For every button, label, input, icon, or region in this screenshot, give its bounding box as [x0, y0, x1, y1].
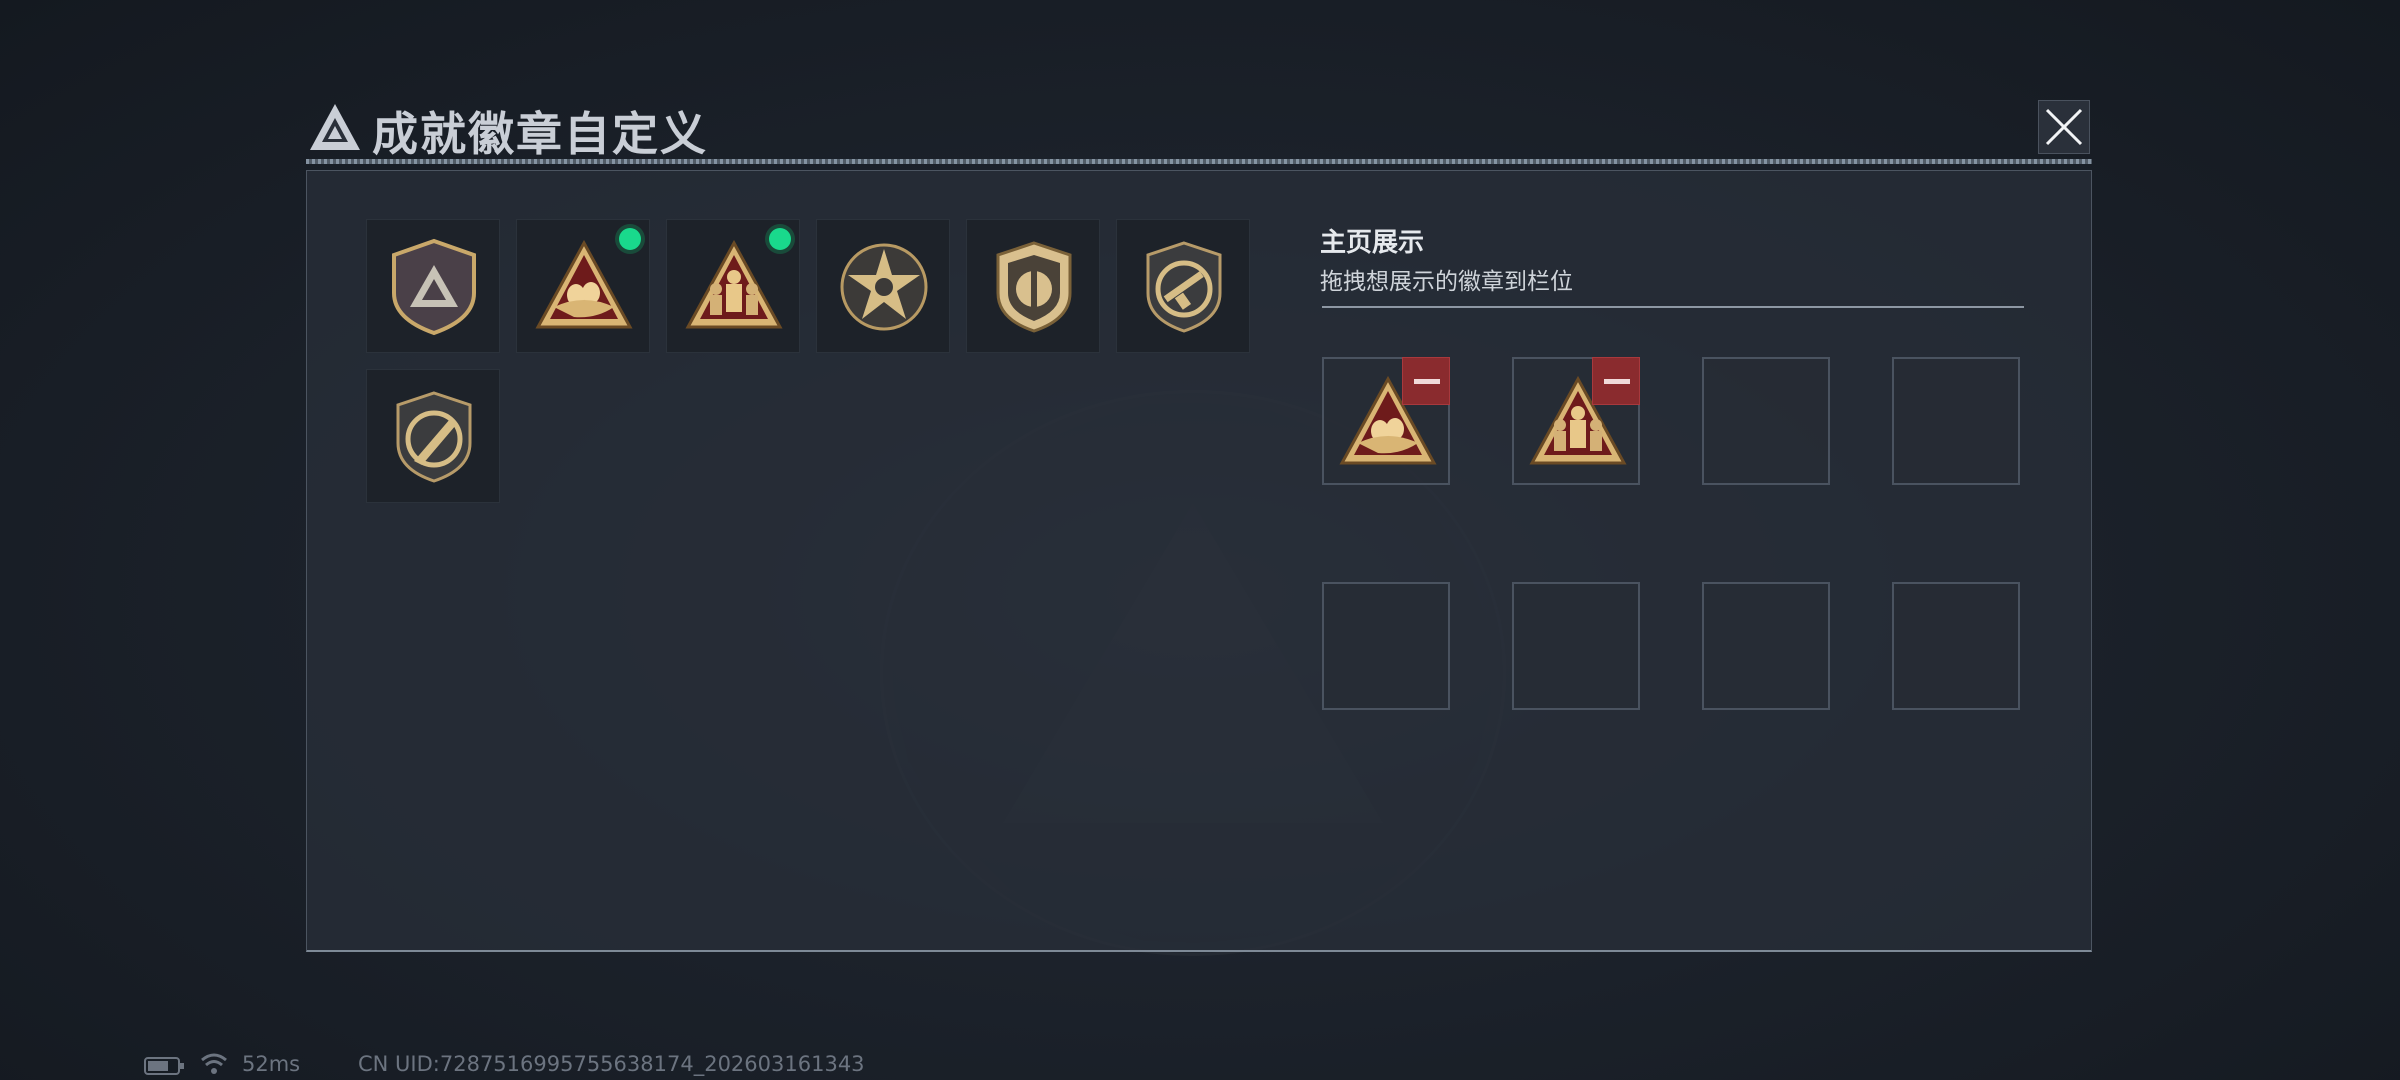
badge-knife[interactable] [366, 369, 500, 503]
showcase-slot-4[interactable] [1892, 357, 2020, 485]
showcase-subtitle: 拖拽想展示的徽章到栏位 [1320, 269, 1573, 295]
rifle-shield-badge-icon [1146, 241, 1222, 333]
badge-rifle[interactable] [1116, 219, 1250, 353]
close-icon [2045, 108, 2083, 146]
showcase-slot-2[interactable] [1512, 357, 1640, 485]
shield-split-badge-icon [996, 241, 1072, 333]
badge-star[interactable] [816, 219, 950, 353]
title-divider [306, 159, 2092, 164]
badge-bird-nest[interactable] [516, 219, 650, 353]
badge-soldiers[interactable] [666, 219, 800, 353]
title-bar: 成就徽章自定义 [300, 92, 2095, 164]
showcase-slot-3[interactable] [1702, 357, 1830, 485]
wifi-icon [201, 1053, 227, 1074]
battery-icon [144, 1057, 184, 1075]
showcase-title: 主页展示 [1320, 228, 1425, 258]
triangle-logo-icon [310, 104, 360, 150]
showcase-slot-6[interactable] [1512, 582, 1640, 710]
triangle-emblem-shield-icon [392, 238, 476, 336]
soldiers-triangle-badge-icon [685, 239, 783, 329]
showcase-slot-7[interactable] [1702, 582, 1830, 710]
page-title: 成就徽章自定义 [372, 107, 708, 161]
showcase-slot-1[interactable] [1322, 357, 1450, 485]
badge-triangle-emblem[interactable] [366, 219, 500, 353]
bird-nest-triangle-badge-icon [535, 239, 633, 329]
remove-badge-button[interactable] [1402, 357, 1450, 405]
showcase-slot-8[interactable] [1892, 582, 2020, 710]
equipped-indicator [769, 228, 791, 250]
close-button[interactable] [2038, 100, 2090, 154]
uid-text: CN UID:7287516995755638174_202603161343 [358, 1052, 865, 1076]
ping-text: 52ms [242, 1052, 301, 1076]
remove-badge-button[interactable] [1592, 357, 1640, 405]
showcase-slot-5[interactable] [1322, 582, 1450, 710]
showcase-divider [1322, 306, 2024, 308]
badge-shield-split[interactable] [966, 219, 1100, 353]
knife-shield-badge-icon [396, 391, 472, 483]
star-round-badge-icon [840, 243, 928, 331]
equipped-indicator [619, 228, 641, 250]
